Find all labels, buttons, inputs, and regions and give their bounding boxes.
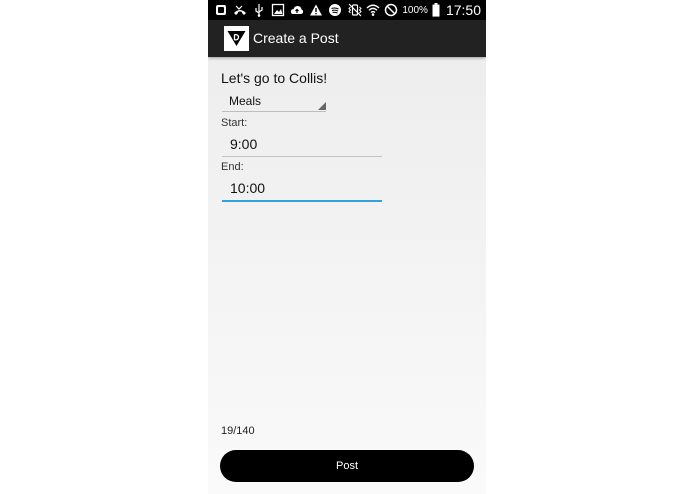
category-value: Meals — [229, 94, 262, 108]
image-icon — [271, 3, 285, 17]
logo-triangle-icon — [227, 31, 246, 46]
warning-icon — [310, 4, 322, 16]
category-spinner[interactable]: Meals — [222, 91, 326, 112]
usb-icon — [255, 4, 263, 17]
battery-percent: 100% — [402, 4, 428, 16]
post-text: Let's go to Collis! — [221, 70, 328, 86]
app-logo-icon[interactable] — [224, 26, 249, 51]
action-bar: Create a Post — [208, 20, 486, 57]
battery-icon — [432, 3, 440, 17]
wifi-icon — [366, 4, 380, 16]
status-clock: 17:50 — [445, 2, 481, 18]
end-time-field[interactable] — [222, 178, 382, 202]
app-title: Create a Post — [253, 30, 339, 46]
status-bar: 100% 17:50 — [208, 0, 486, 20]
spotify-icon — [329, 4, 341, 16]
status-icons-left — [214, 2, 342, 18]
start-label: Start: — [221, 117, 248, 129]
spinner-dropdown-icon — [318, 102, 326, 110]
phone-screen: 100% 17:50 Create a Post Let's go to Col… — [208, 0, 486, 494]
status-icons-right: 100% 17:50 — [348, 1, 481, 19]
end-time-input[interactable] — [230, 180, 370, 196]
missed-call-icon — [234, 5, 246, 15]
start-time-input[interactable] — [230, 136, 370, 152]
post-button[interactable]: Post — [220, 450, 474, 482]
character-count: 19/140 — [221, 425, 255, 437]
end-label: End: — [221, 161, 244, 173]
do-not-disturb-icon — [385, 3, 398, 17]
vibrate-icon — [348, 3, 363, 17]
notification-icon — [216, 5, 226, 15]
start-time-field[interactable] — [222, 134, 382, 157]
cloud-upload-icon — [290, 6, 304, 14]
